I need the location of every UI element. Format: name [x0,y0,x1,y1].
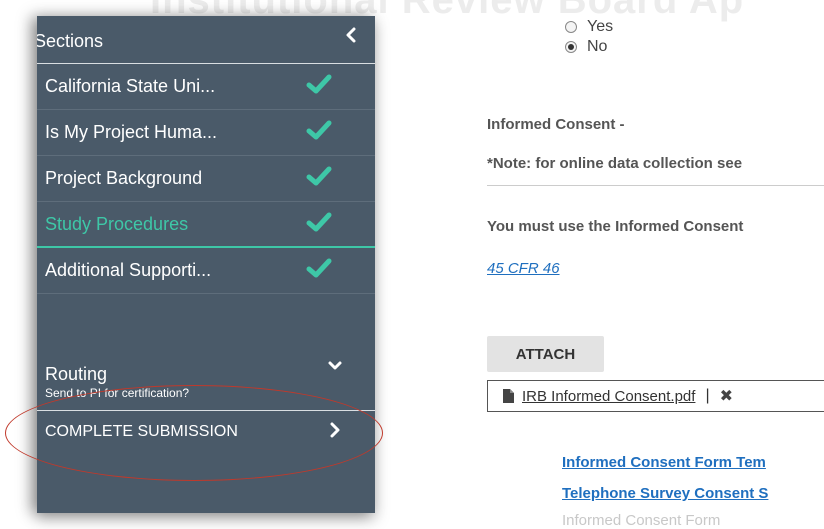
routing-label: Routing [45,364,108,384]
must-use-text: You must use the Informed Consent [487,218,744,235]
collapse-sidebar-button[interactable] [345,26,357,50]
attached-file-link[interactable]: IRB Informed Consent.pdf [522,388,695,405]
document-icon [503,389,514,403]
sidebar-item-label: Additional Supporti... [45,260,212,280]
radio-no-label: No [587,38,608,55]
consent-template-link[interactable]: Informed Consent Form Tem [562,454,766,471]
cfr-link[interactable]: 45 CFR 46 [487,260,560,277]
divider [487,185,824,186]
chevron-left-icon [346,27,356,43]
checkmark-icon [306,212,332,232]
sidebar-item-study-procedures[interactable]: Study Procedures [37,202,375,248]
sidebar-item-label: Is My Project Huma... [45,122,218,142]
sidebar-title: Sections [37,31,104,51]
separator: | [705,387,710,404]
checkmark-icon [306,166,332,186]
sidebar-item-label: California State Uni... [45,76,216,96]
checkmark-icon [306,258,332,278]
attach-button[interactable]: ATTACH [487,336,604,372]
remove-file-icon[interactable]: ✖ [720,386,733,406]
annotation-oval [5,385,383,481]
online-data-note: *Note: for online data collection see [487,155,743,172]
checkmark-icon [306,120,332,140]
radio-yes-label: Yes [587,18,614,35]
informed-consent-heading: Informed Consent - [487,116,625,133]
chevron-down-icon [328,361,342,370]
sidebar-header: Sections [37,16,375,64]
checkmark-icon [306,74,332,94]
sidebar-item-human-subjects[interactable]: Is My Project Huma... [37,110,375,156]
main-content: Yes No Informed Consent - *Note: for onl… [375,0,824,529]
telephone-consent-link[interactable]: Telephone Survey Consent S [562,485,768,502]
radio-yes[interactable] [565,21,577,33]
radio-option-no[interactable]: No [565,38,607,56]
sidebar-item-additional-supporting[interactable]: Additional Supporti... [37,248,375,294]
sidebar-item-california-state-university[interactable]: California State Uni... [37,64,375,110]
radio-option-yes[interactable]: Yes [565,18,613,36]
sidebar-item-label: Project Background [45,168,203,188]
sidebar-item-label: Study Procedures [45,214,189,234]
attached-file: IRB Informed Consent.pdf | ✖ [487,380,824,412]
radio-no[interactable] [565,41,577,53]
faded-consent-link[interactable]: Informed Consent Form [562,512,720,529]
sidebar-item-project-background[interactable]: Project Background [37,156,375,202]
